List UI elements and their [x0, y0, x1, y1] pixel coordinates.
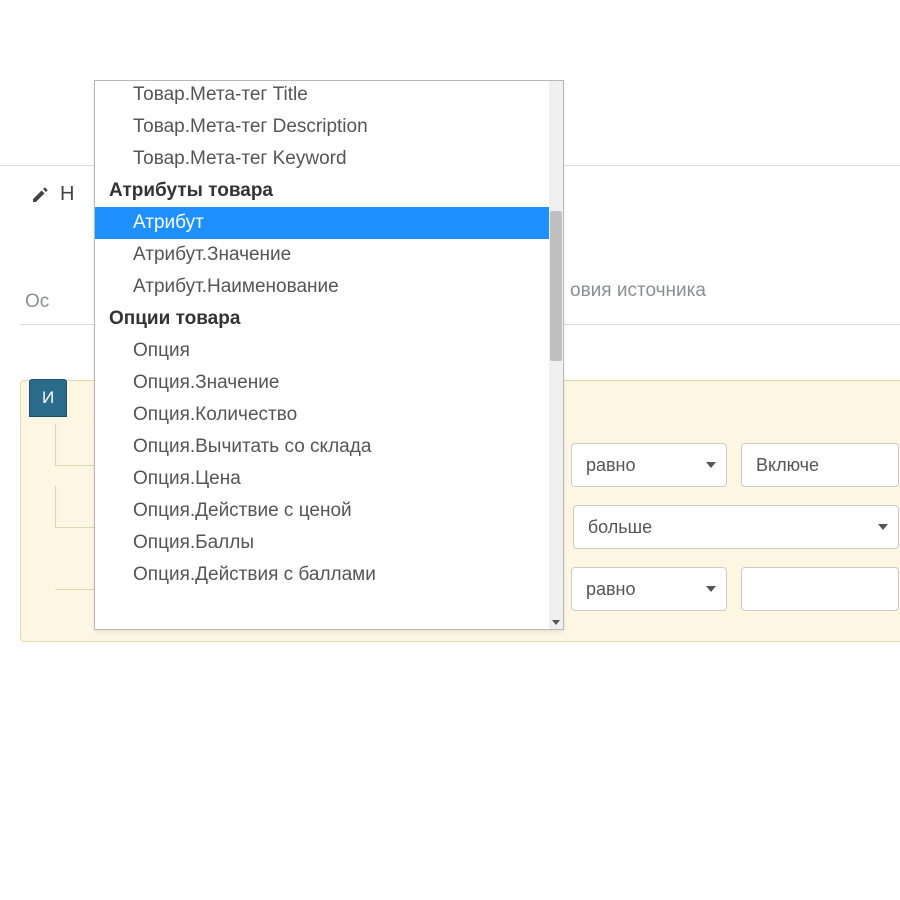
select-value: Включе	[756, 455, 819, 476]
operator-select[interactable]: равно	[571, 443, 727, 487]
dropdown-item[interactable]: Товар.Мета-тег Keyword	[95, 143, 549, 175]
dropdown-item[interactable]: Атрибут.Значение	[95, 239, 549, 271]
panel-tab[interactable]: И	[29, 379, 67, 417]
attribute-dropdown[interactable]: Товар.Мета-тег TitleТовар.Мета-тег Descr…	[94, 80, 564, 630]
value-input[interactable]	[741, 567, 899, 611]
dropdown-item[interactable]: Товар.Мета-тег Title	[95, 81, 549, 111]
dropdown-item[interactable]: Атрибут	[95, 207, 549, 239]
dropdown-item[interactable]: Опция.Вычитать со склада	[95, 431, 549, 463]
select-value: больше	[588, 517, 652, 538]
operator-select[interactable]: больше	[573, 505, 899, 549]
dropdown-item[interactable]: Опция.Баллы	[95, 527, 549, 559]
dropdown-group: Атрибуты товара	[95, 175, 549, 207]
scrollbar-thumb[interactable]	[550, 211, 562, 361]
scrollbar[interactable]	[549, 81, 563, 615]
chevron-down-icon	[706, 462, 716, 468]
select-value: равно	[586, 579, 636, 600]
pencil-icon	[30, 185, 50, 205]
dropdown-item[interactable]: Опция.Количество	[95, 399, 549, 431]
tab-right[interactable]: овия источника	[570, 280, 706, 302]
value-select[interactable]: Включе	[741, 443, 899, 487]
page-title: Н	[60, 183, 74, 206]
dropdown-item[interactable]: Атрибут.Наименование	[95, 271, 549, 303]
chevron-down-icon	[706, 586, 716, 592]
dropdown-item[interactable]: Опция	[95, 335, 549, 367]
panel-tab-label: И	[42, 388, 54, 407]
dropdown-item[interactable]: Опция.Цена	[95, 463, 549, 495]
tab-left[interactable]: Ос	[20, 291, 49, 313]
chevron-down-icon	[878, 524, 888, 530]
operator-select[interactable]: равно	[571, 567, 727, 611]
dropdown-item[interactable]: Товар.Мета-тег Description	[95, 111, 549, 143]
dropdown-item[interactable]: Опция.Действия с баллами	[95, 559, 549, 591]
select-value: равно	[586, 455, 636, 476]
scroll-down-icon[interactable]	[549, 615, 563, 629]
dropdown-item[interactable]: Опция.Значение	[95, 367, 549, 399]
dropdown-item[interactable]: Опция.Действие с ценой	[95, 495, 549, 527]
dropdown-group: Опции товара	[95, 303, 549, 335]
